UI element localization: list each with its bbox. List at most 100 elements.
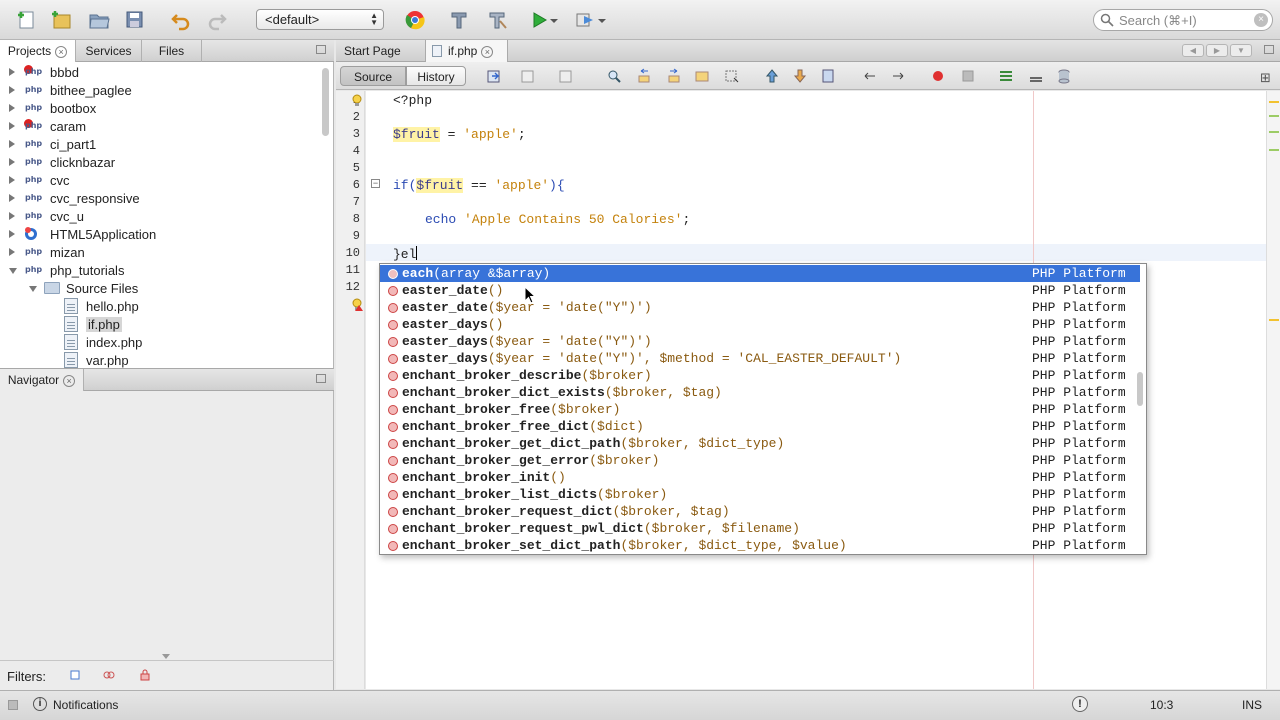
warning-bulb-icon[interactable] <box>352 298 364 312</box>
collapsed-arrow-icon[interactable] <box>9 212 15 220</box>
forward-icon[interactable] <box>558 68 574 84</box>
ok-mark[interactable] <box>1269 115 1279 117</box>
find-next-icon[interactable] <box>666 68 682 84</box>
collapsed-arrow-icon[interactable] <box>9 104 15 112</box>
projects-scrollbar[interactable] <box>322 68 329 136</box>
maximize-editor-icon[interactable] <box>1264 45 1274 54</box>
toggle-rect-selection-icon[interactable] <box>724 68 740 84</box>
collapsed-arrow-icon[interactable] <box>9 194 15 202</box>
collapsed-arrow-icon[interactable] <box>9 158 15 166</box>
ok-mark[interactable] <box>1269 131 1279 133</box>
tab-services[interactable]: Services <box>76 40 142 62</box>
minimize-pane-icon[interactable] <box>316 45 326 54</box>
completion-scrollbar[interactable] <box>1137 372 1143 406</box>
start-macro-icon[interactable] <box>930 68 946 84</box>
tree-item[interactable]: var.php <box>0 351 320 369</box>
collapsed-arrow-icon[interactable] <box>9 86 15 94</box>
last-edit-icon[interactable] <box>486 68 502 84</box>
tree-item[interactable]: php bbbd <box>0 63 320 81</box>
fold-toggle-icon[interactable]: − <box>371 179 380 188</box>
tree-item[interactable]: php ci_part1 <box>0 135 320 153</box>
completion-item[interactable]: easter_date($year = 'date("Y")') PHP Plat… <box>380 299 1140 316</box>
tree-item[interactable]: php cvc <box>0 171 320 189</box>
tree-item[interactable]: index.php <box>0 333 320 351</box>
scroll-tabs-left-icon[interactable]: ◀ <box>1182 44 1204 57</box>
scroll-tabs-right-icon[interactable]: ▶ <box>1206 44 1228 57</box>
close-icon[interactable]: × <box>63 375 76 387</box>
completion-item[interactable]: easter_days($year = 'date("Y")') PHP Plat… <box>380 333 1140 350</box>
configuration-select[interactable]: <default> ▲ ▼ <box>256 9 384 30</box>
collapsed-arrow-icon[interactable] <box>9 248 15 256</box>
completion-item[interactable]: each(array &$array) PHP Platform <box>380 265 1140 282</box>
tree-item[interactable]: php bithee_paglee <box>0 81 320 99</box>
tree-item[interactable]: php mizan <box>0 243 320 261</box>
warning-mark[interactable] <box>1269 319 1279 321</box>
expanded-arrow-icon[interactable] <box>9 268 17 274</box>
hint-bulb-icon[interactable] <box>352 94 362 108</box>
completion-item[interactable]: enchant_broker_get_error($broker) PHP Pla… <box>380 452 1140 469</box>
stop-macro-icon[interactable] <box>960 68 976 84</box>
notifications-label[interactable]: Notifications <box>53 698 118 712</box>
tab-navigator[interactable]: Navigator × <box>0 369 84 391</box>
browser-icon[interactable] <box>402 8 428 32</box>
find-icon[interactable] <box>606 68 622 84</box>
undo-icon[interactable] <box>168 8 194 32</box>
toggle-highlight-icon[interactable] <box>694 68 710 84</box>
close-icon[interactable]: × <box>55 46 68 58</box>
collapsed-arrow-icon[interactable] <box>9 176 15 184</box>
shift-right-icon[interactable] <box>890 68 906 84</box>
notification-badge-icon[interactable]: ! <box>1072 696 1088 712</box>
debug-dropdown-icon[interactable] <box>596 8 608 32</box>
tab-files[interactable]: Files <box>142 40 202 62</box>
build-icon[interactable] <box>446 8 472 32</box>
clean-build-icon[interactable] <box>484 8 510 32</box>
search-input[interactable]: Search (⌘+I) × <box>1093 9 1273 31</box>
expanded-arrow-icon[interactable] <box>29 286 37 292</box>
tree-item[interactable]: php php_tutorials <box>0 261 320 279</box>
tree-item[interactable]: php bootbox <box>0 99 320 117</box>
tree-item[interactable]: php clicknbazar <box>0 153 320 171</box>
database-icon[interactable] <box>1056 68 1072 84</box>
collapsed-arrow-icon[interactable] <box>9 68 15 76</box>
completion-item[interactable]: easter_date() PHP Platform <box>380 282 1140 299</box>
completion-item[interactable]: enchant_broker_free($broker) PHP Platform <box>380 401 1140 418</box>
completion-item[interactable]: enchant_broker_request_pwl_dict($broker,… <box>380 520 1140 537</box>
completion-item[interactable]: enchant_broker_set_dict_path($broker, $d… <box>380 537 1140 554</box>
history-view-button[interactable]: History <box>406 66 466 86</box>
filter-fields-icon[interactable] <box>68 669 82 681</box>
split-editor-icon[interactable]: ⊞ <box>1260 70 1271 86</box>
uncomment-icon[interactable] <box>1028 68 1044 84</box>
tree-item[interactable]: if.php <box>0 315 320 333</box>
minimize-pane-icon[interactable] <box>316 374 326 383</box>
back-icon[interactable] <box>520 68 536 84</box>
redo-icon[interactable] <box>204 8 230 32</box>
toggle-bookmark-icon[interactable] <box>820 68 836 84</box>
completion-item[interactable]: enchant_broker_init() PHP Platform <box>380 469 1140 486</box>
tab-projects[interactable]: Projects × <box>0 40 76 62</box>
info-icon[interactable]: i <box>33 697 47 711</box>
completion-item[interactable]: enchant_broker_free_dict($dict) PHP Platf… <box>380 418 1140 435</box>
insert-mode[interactable]: INS <box>1242 698 1262 712</box>
hint-mark[interactable] <box>1269 101 1279 103</box>
tree-item[interactable]: HTML5Application <box>0 225 320 243</box>
collapsed-arrow-icon[interactable] <box>9 140 15 148</box>
completion-item[interactable]: easter_days($year = 'date("Y")', $method… <box>380 350 1140 367</box>
debug-icon[interactable] <box>572 8 598 32</box>
tree-item[interactable]: hello.php <box>0 297 320 315</box>
tree-item[interactable]: php caram <box>0 117 320 135</box>
new-file-icon[interactable] <box>14 8 40 32</box>
show-opened-documents-icon[interactable]: ▼ <box>1230 44 1252 57</box>
tree-item[interactable]: Source Files <box>0 279 320 297</box>
completion-item[interactable]: enchant_broker_list_dicts($broker) PHP Pl… <box>380 486 1140 503</box>
new-project-icon[interactable] <box>48 8 74 32</box>
tree-item[interactable]: php cvc_u <box>0 207 320 225</box>
collapsed-arrow-icon[interactable] <box>9 230 15 238</box>
splitter-arrow-icon[interactable] <box>162 654 170 659</box>
open-project-icon[interactable] <box>86 8 112 32</box>
clear-search-icon[interactable]: × <box>1254 13 1268 27</box>
collapsed-arrow-icon[interactable] <box>9 122 15 130</box>
tree-item[interactable]: php cvc_responsive <box>0 189 320 207</box>
source-view-button[interactable]: Source <box>340 66 406 86</box>
next-bookmark-icon[interactable] <box>792 68 808 84</box>
completion-item[interactable]: easter_days() PHP Platform <box>380 316 1140 333</box>
